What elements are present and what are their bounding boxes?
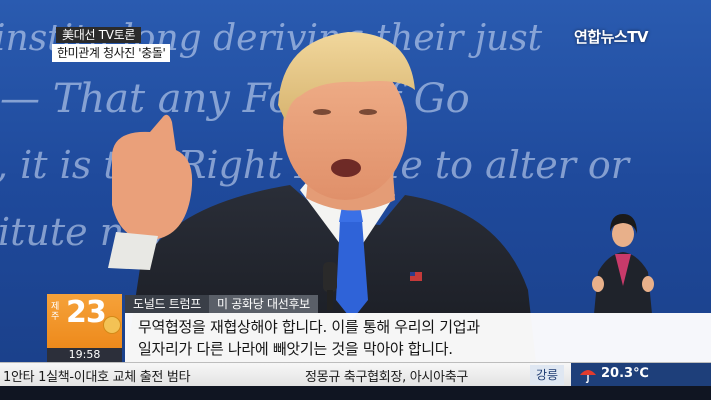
speaker-name: 도널드 트럼프 [125, 295, 209, 313]
news-ticker: 1안타 1실책-이대호 교체 출전 범타 정몽규 축구협회장, 아시아축구 강릉… [0, 362, 711, 387]
umbrella-icon [580, 370, 596, 383]
channel-logo: 연합뉴스TV [574, 28, 649, 46]
subtitle-quote: 무역협정을 재협상해야 합니다. 이를 통해 우리의 기업과 일자리가 다른 나… [125, 313, 711, 362]
local-weather-box: 제주 23 [47, 294, 122, 348]
weather-location: 제주 [51, 302, 60, 322]
speaker-nameplate: 도널드 트럼프 미 공화당 대선후보 [125, 295, 318, 313]
ticker-item-left: 1안타 1실책-이대호 교체 출전 범타 [3, 370, 191, 385]
ticker-weather-panel: 20.3℃ [571, 363, 711, 387]
headline-caption: 美대선 TV토론 [56, 27, 142, 43]
clock: 19:58 [47, 348, 122, 362]
ticker-weather-temp: 20.3℃ [601, 366, 649, 381]
subtitle-line-2: 일자리가 다른 나라에 빼앗기는 것을 막아야 합니다. [138, 340, 453, 358]
ticker-weather-city: 강릉 [530, 365, 565, 385]
subheadline-caption: 한미관계 청사진 '충돌' [52, 44, 171, 62]
sun-icon [103, 316, 121, 334]
subtitle-line-1: 무역협정을 재협상해야 합니다. 이를 통해 우리의 기업과 [138, 318, 480, 336]
speaker-role: 미 공화당 대선후보 [208, 295, 318, 313]
bottom-strip [0, 386, 711, 400]
sign-language-interpreter [592, 214, 654, 314]
weather-temperature: 23 [66, 295, 107, 330]
ticker-item-right: 정몽규 축구협회장, 아시아축구 [305, 370, 469, 385]
